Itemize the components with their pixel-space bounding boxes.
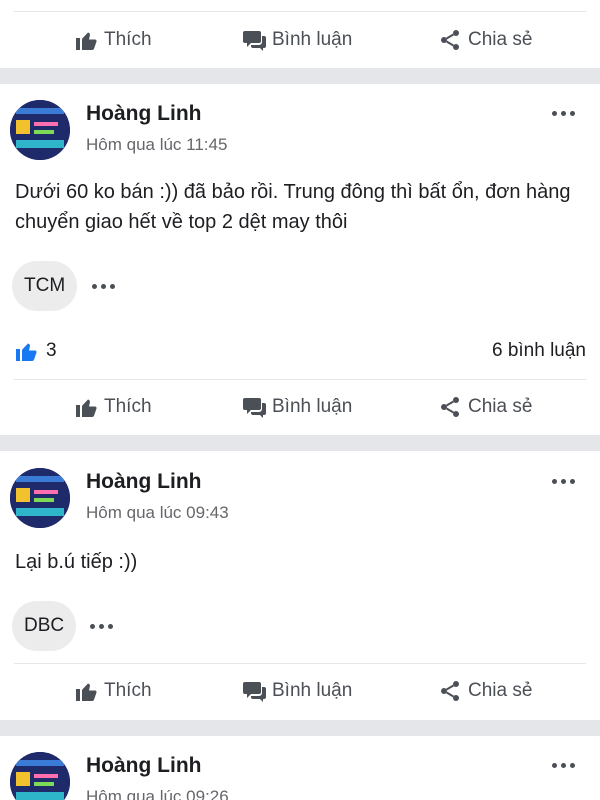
like-button[interactable]: Thích bbox=[74, 20, 152, 60]
share-icon bbox=[441, 30, 459, 50]
like-label: Thích bbox=[104, 680, 152, 701]
share-icon bbox=[441, 681, 459, 701]
more-horizontal-icon bbox=[552, 762, 557, 768]
more-horizontal-icon bbox=[90, 623, 95, 629]
comment-icon bbox=[243, 682, 266, 702]
author-name[interactable]: Hoàng Linh bbox=[86, 470, 201, 494]
like-count: 3 bbox=[46, 340, 57, 361]
author-name[interactable]: Hoàng Linh bbox=[86, 102, 201, 126]
avatar[interactable] bbox=[10, 752, 70, 800]
separator-line bbox=[14, 379, 586, 380]
post-actions: Thích Bình luận Chia sẻ bbox=[0, 20, 600, 60]
post-time[interactable]: Hôm qua lúc 09:26 bbox=[86, 787, 229, 800]
share-icon bbox=[441, 397, 459, 417]
like-label: Thích bbox=[104, 29, 152, 50]
like-button[interactable]: Thích bbox=[74, 387, 152, 427]
stock-tag[interactable]: DBC bbox=[12, 601, 77, 651]
avatar[interactable] bbox=[10, 100, 70, 160]
avatar[interactable] bbox=[10, 468, 70, 528]
comment-label: Bình luận bbox=[272, 396, 353, 417]
separator-line bbox=[14, 663, 586, 664]
stock-tag[interactable]: TCM bbox=[12, 261, 78, 311]
more-horizontal-icon bbox=[552, 110, 557, 116]
avatar-image bbox=[10, 752, 70, 800]
comment-button[interactable]: Bình luận bbox=[242, 20, 352, 60]
more-options-button[interactable] bbox=[552, 760, 580, 770]
avatar-image bbox=[10, 100, 70, 160]
share-label: Chia sẻ bbox=[468, 29, 533, 50]
share-button[interactable]: Chia sẻ bbox=[438, 671, 532, 711]
post-text: Dưới 60 ko bán :)) đã bảo rồi. Trung đôn… bbox=[15, 181, 571, 233]
comment-label: Bình luận bbox=[272, 29, 353, 50]
more-horizontal-icon bbox=[92, 283, 97, 289]
reaction-summary[interactable]: 3 bbox=[14, 336, 57, 366]
more-options-button[interactable] bbox=[552, 476, 580, 486]
comment-label: Bình luận bbox=[272, 680, 353, 701]
comment-button[interactable]: Bình luận bbox=[242, 387, 352, 427]
comment-icon bbox=[243, 398, 266, 418]
post-stats: 3 6 bình luận bbox=[14, 336, 586, 366]
feed-divider bbox=[0, 720, 600, 736]
post-time[interactable]: Hôm qua lúc 11:45 bbox=[86, 135, 227, 155]
comment-icon bbox=[243, 31, 266, 51]
like-button[interactable]: Thích bbox=[74, 671, 152, 711]
feed-divider bbox=[0, 435, 600, 451]
thumbs-up-icon bbox=[16, 343, 37, 361]
comment-button[interactable]: Bình luận bbox=[242, 671, 352, 711]
feed-divider bbox=[0, 68, 600, 84]
author-name[interactable]: Hoàng Linh bbox=[86, 754, 201, 778]
avatar-image bbox=[10, 468, 70, 528]
more-options-button[interactable] bbox=[552, 108, 580, 118]
thumbs-up-icon bbox=[76, 399, 97, 417]
tag-more-button[interactable] bbox=[90, 622, 116, 630]
share-label: Chia sẻ bbox=[468, 396, 533, 417]
tag-more-button[interactable] bbox=[92, 282, 118, 290]
thumbs-up-icon bbox=[76, 32, 97, 50]
more-horizontal-icon bbox=[552, 478, 557, 484]
comment-count[interactable]: 6 bình luận bbox=[492, 336, 586, 366]
post-text: Lại b.ú tiếp :)) bbox=[15, 551, 138, 573]
post-time[interactable]: Hôm qua lúc 09:43 bbox=[86, 503, 229, 523]
post-actions: Thích Bình luận Chia sẻ bbox=[0, 671, 600, 711]
like-label: Thích bbox=[104, 396, 152, 417]
separator-line bbox=[14, 11, 586, 12]
share-button[interactable]: Chia sẻ bbox=[438, 387, 532, 427]
post-actions: Thích Bình luận Chia sẻ bbox=[0, 387, 600, 427]
share-button[interactable]: Chia sẻ bbox=[438, 20, 532, 60]
share-label: Chia sẻ bbox=[468, 680, 533, 701]
thumbs-up-icon bbox=[76, 683, 97, 701]
